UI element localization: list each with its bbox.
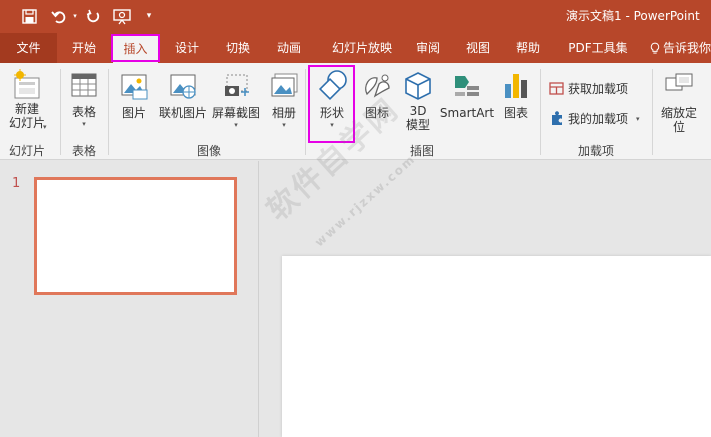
group-label-slides: 幻灯片 <box>9 144 46 158</box>
online-picture-label: 联机图片 <box>158 106 207 120</box>
tab-design[interactable]: 设计 <box>164 33 210 63</box>
new-slide-icon <box>14 69 40 99</box>
new-slide-button[interactable]: 新建 幻灯片 <box>4 68 50 130</box>
photo-album-button[interactable]: 相册 ▾ <box>266 72 302 130</box>
slide-number: 1 <box>12 176 21 191</box>
tab-file[interactable]: 文件 <box>0 33 57 63</box>
zoom-icon <box>665 73 693 91</box>
zoom-button[interactable]: 缩放定 位 <box>657 72 701 134</box>
cube-icon <box>405 72 431 100</box>
my-addins-button[interactable]: 我的加载项 ▾ <box>549 110 640 127</box>
my-addins-icon <box>552 111 562 125</box>
customize-toolbar-icon[interactable]: ▾ <box>142 5 156 27</box>
chart-label: 图表 <box>503 106 528 120</box>
online-picture-icon <box>170 74 196 99</box>
screenshot-label: 屏幕截图 <box>211 106 260 120</box>
insert-tab-highlight <box>111 34 160 62</box>
undo-icon[interactable] <box>48 5 70 27</box>
get-addins-label: 获取加载项 <box>568 82 629 96</box>
tab-review[interactable]: 审阅 <box>410 33 446 63</box>
tab-view[interactable]: 视图 <box>460 33 496 63</box>
tab-animations[interactable]: 动画 <box>266 33 312 63</box>
present-from-start-icon[interactable] <box>110 5 134 27</box>
slide-canvas[interactable] <box>282 256 711 437</box>
group-separator <box>108 69 109 155</box>
my-addins-label: 我的加载项 <box>568 112 629 126</box>
get-addins-button[interactable]: 获取加载项 <box>549 80 628 97</box>
smartart-icon <box>455 76 479 96</box>
photo-album-icon <box>271 73 298 97</box>
picture-icon <box>121 74 148 100</box>
redo-icon[interactable] <box>84 5 102 27</box>
tab-home[interactable]: 开始 <box>61 33 107 63</box>
slides-panel: 1 <box>0 161 259 437</box>
3d-models-button[interactable]: 3D 模型 <box>399 70 437 132</box>
online-picture-button[interactable]: 联机图片 <box>155 72 211 120</box>
document-title: 演示文稿1 - PowerPoint <box>566 9 700 23</box>
store-icon <box>549 82 564 95</box>
tab-transitions[interactable]: 切换 <box>215 33 261 63</box>
table-icon <box>71 73 97 97</box>
group-separator <box>305 69 306 155</box>
tab-slideshow[interactable]: 幻灯片放映 <box>318 33 406 63</box>
slide-editor <box>260 161 711 437</box>
ribbon-tabs: 文件 开始 插入 设计 切换 动画 幻灯片放映 审阅 视图 帮助 PDF工具集 … <box>0 33 711 63</box>
tell-me-label: 告诉我你 <box>662 41 711 55</box>
group-separator <box>652 69 653 155</box>
screenshot-icon <box>225 74 249 96</box>
chart-button[interactable]: 图表 <box>499 70 533 120</box>
photo-album-dropdown-icon[interactable]: ▾ <box>266 120 302 130</box>
tab-pdf-tools[interactable]: PDF工具集 <box>562 33 634 63</box>
lightbulb-icon <box>650 42 660 54</box>
screenshot-dropdown-icon[interactable]: ▾ <box>209 120 263 130</box>
screenshot-button[interactable]: 屏幕截图 ▾ <box>209 72 263 130</box>
table-label: 表格 <box>71 105 96 119</box>
group-separator <box>540 69 541 155</box>
undo-dropdown-icon[interactable]: ▾ <box>70 5 80 27</box>
tell-me-search[interactable]: 告诉我你 <box>650 33 711 63</box>
group-label-tables: 表格 <box>72 144 97 158</box>
zoom-label-2: 位 <box>672 120 685 134</box>
photo-album-label: 相册 <box>271 106 296 120</box>
bar-chart-icon <box>505 74 527 98</box>
slide-thumbnail[interactable] <box>34 177 237 295</box>
title-bar: ▾ ▾ 演示文稿1 - PowerPoint <box>0 0 711 33</box>
picture-button[interactable]: 图片 <box>116 72 152 120</box>
new-slide-label-1: 新建 <box>14 102 39 116</box>
smartart-label: SmartArt <box>439 106 495 120</box>
tab-help[interactable]: 帮助 <box>510 33 546 63</box>
table-button[interactable]: 表格 ▾ <box>66 72 102 129</box>
group-label-addins: 加载项 <box>578 144 615 158</box>
smartart-button[interactable]: SmartArt <box>439 70 495 120</box>
my-addins-dropdown-icon[interactable]: ▾ <box>636 115 640 123</box>
table-dropdown-icon[interactable]: ▾ <box>66 119 102 129</box>
zoom-label-1: 缩放定 <box>660 106 697 120</box>
new-slide-dropdown-icon[interactable]: ▾ <box>43 122 47 132</box>
save-icon[interactable] <box>18 5 40 27</box>
group-label-images: 图像 <box>197 144 222 158</box>
group-separator <box>60 69 61 155</box>
picture-label: 图片 <box>121 106 146 120</box>
